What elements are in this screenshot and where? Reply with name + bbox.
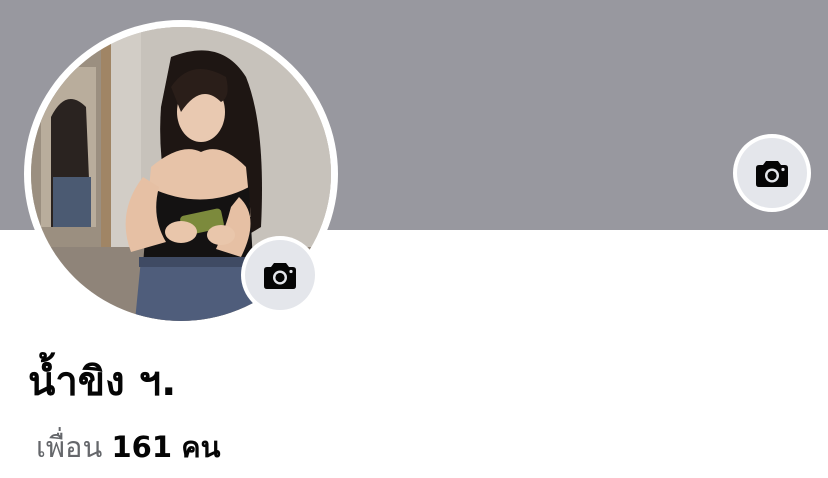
friends-label: เพื่อน: [36, 430, 103, 464]
edit-profile-picture-button[interactable]: [241, 236, 319, 314]
profile-name: น้ำขิง ฯ.: [28, 359, 177, 405]
profile-page: น้ำขิง ฯ. เพื่อน 161 คน: [0, 0, 828, 478]
friends-count: 161: [111, 430, 173, 464]
friends-count-link[interactable]: เพื่อน 161 คน: [36, 424, 221, 470]
camera-icon: [264, 263, 296, 289]
edit-cover-photo-button[interactable]: [733, 134, 811, 212]
friends-unit: คน: [181, 430, 221, 464]
camera-icon: [756, 161, 788, 187]
edit-cover-photo-button-face[interactable]: [737, 138, 807, 208]
edit-profile-picture-button-face[interactable]: [245, 240, 315, 310]
